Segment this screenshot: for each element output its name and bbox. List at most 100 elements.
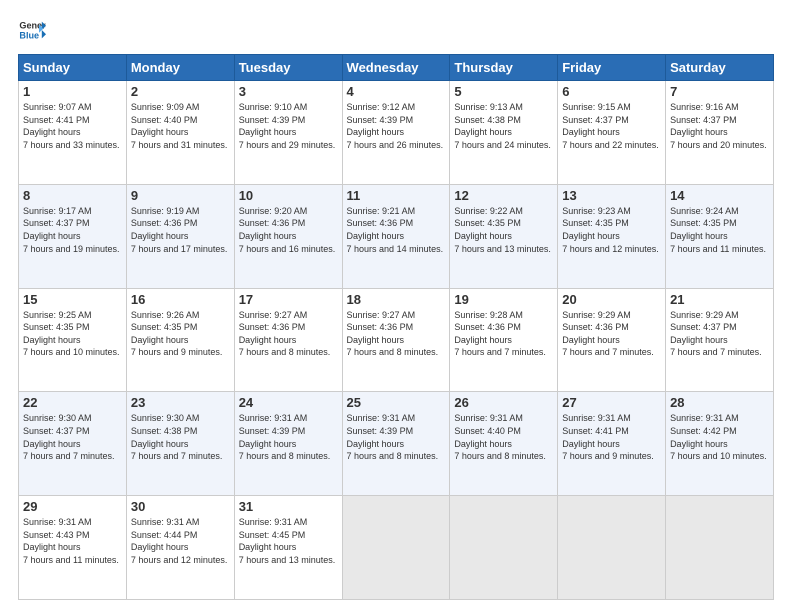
calendar-header-row: SundayMondayTuesdayWednesdayThursdayFrid…	[19, 55, 774, 81]
calendar-week-5: 29 Sunrise: 9:31 AMSunset: 4:43 PMDaylig…	[19, 496, 774, 600]
calendar-cell: 18 Sunrise: 9:27 AMSunset: 4:36 PMDaylig…	[342, 288, 450, 392]
day-detail: Sunrise: 9:30 AMSunset: 4:38 PMDaylight …	[131, 413, 223, 461]
calendar-cell: 17 Sunrise: 9:27 AMSunset: 4:36 PMDaylig…	[234, 288, 342, 392]
calendar-table: SundayMondayTuesdayWednesdayThursdayFrid…	[18, 54, 774, 600]
day-detail: Sunrise: 9:12 AMSunset: 4:39 PMDaylight …	[347, 102, 444, 150]
calendar-cell: 8 Sunrise: 9:17 AMSunset: 4:37 PMDayligh…	[19, 184, 127, 288]
day-number: 9	[131, 188, 230, 203]
calendar-week-1: 1 Sunrise: 9:07 AMSunset: 4:41 PMDayligh…	[19, 81, 774, 185]
logo: General Blue	[18, 16, 50, 44]
day-detail: Sunrise: 9:24 AMSunset: 4:35 PMDaylight …	[670, 206, 766, 254]
calendar-cell: 26 Sunrise: 9:31 AMSunset: 4:40 PMDaylig…	[450, 392, 558, 496]
day-detail: Sunrise: 9:30 AMSunset: 4:37 PMDaylight …	[23, 413, 115, 461]
day-number: 7	[670, 84, 769, 99]
calendar-cell: 24 Sunrise: 9:31 AMSunset: 4:39 PMDaylig…	[234, 392, 342, 496]
day-number: 13	[562, 188, 661, 203]
calendar-cell: 1 Sunrise: 9:07 AMSunset: 4:41 PMDayligh…	[19, 81, 127, 185]
day-number: 31	[239, 499, 338, 514]
calendar-header-tuesday: Tuesday	[234, 55, 342, 81]
calendar-cell	[666, 496, 774, 600]
day-detail: Sunrise: 9:31 AMSunset: 4:40 PMDaylight …	[454, 413, 546, 461]
calendar-week-2: 8 Sunrise: 9:17 AMSunset: 4:37 PMDayligh…	[19, 184, 774, 288]
calendar-week-4: 22 Sunrise: 9:30 AMSunset: 4:37 PMDaylig…	[19, 392, 774, 496]
calendar-cell	[558, 496, 666, 600]
day-detail: Sunrise: 9:31 AMSunset: 4:41 PMDaylight …	[562, 413, 654, 461]
day-number: 15	[23, 292, 122, 307]
day-number: 21	[670, 292, 769, 307]
calendar-header-sunday: Sunday	[19, 55, 127, 81]
calendar-cell: 5 Sunrise: 9:13 AMSunset: 4:38 PMDayligh…	[450, 81, 558, 185]
day-number: 11	[347, 188, 446, 203]
day-detail: Sunrise: 9:13 AMSunset: 4:38 PMDaylight …	[454, 102, 551, 150]
day-number: 23	[131, 395, 230, 410]
day-detail: Sunrise: 9:27 AMSunset: 4:36 PMDaylight …	[347, 310, 439, 358]
day-number: 18	[347, 292, 446, 307]
day-detail: Sunrise: 9:10 AMSunset: 4:39 PMDaylight …	[239, 102, 336, 150]
day-number: 5	[454, 84, 553, 99]
calendar-cell: 9 Sunrise: 9:19 AMSunset: 4:36 PMDayligh…	[126, 184, 234, 288]
day-detail: Sunrise: 9:31 AMSunset: 4:39 PMDaylight …	[239, 413, 331, 461]
calendar-header-wednesday: Wednesday	[342, 55, 450, 81]
calendar-cell: 14 Sunrise: 9:24 AMSunset: 4:35 PMDaylig…	[666, 184, 774, 288]
calendar-cell: 4 Sunrise: 9:12 AMSunset: 4:39 PMDayligh…	[342, 81, 450, 185]
calendar-cell: 13 Sunrise: 9:23 AMSunset: 4:35 PMDaylig…	[558, 184, 666, 288]
calendar-cell: 16 Sunrise: 9:26 AMSunset: 4:35 PMDaylig…	[126, 288, 234, 392]
calendar-cell: 19 Sunrise: 9:28 AMSunset: 4:36 PMDaylig…	[450, 288, 558, 392]
day-detail: Sunrise: 9:31 AMSunset: 4:45 PMDaylight …	[239, 517, 336, 565]
day-number: 8	[23, 188, 122, 203]
calendar-cell: 7 Sunrise: 9:16 AMSunset: 4:37 PMDayligh…	[666, 81, 774, 185]
calendar-week-3: 15 Sunrise: 9:25 AMSunset: 4:35 PMDaylig…	[19, 288, 774, 392]
calendar-header-thursday: Thursday	[450, 55, 558, 81]
svg-text:Blue: Blue	[19, 30, 39, 40]
day-detail: Sunrise: 9:26 AMSunset: 4:35 PMDaylight …	[131, 310, 223, 358]
day-detail: Sunrise: 9:31 AMSunset: 4:43 PMDaylight …	[23, 517, 119, 565]
page: General Blue SundayMondayTuesdayWednesda…	[0, 0, 792, 612]
calendar-cell: 11 Sunrise: 9:21 AMSunset: 4:36 PMDaylig…	[342, 184, 450, 288]
day-number: 1	[23, 84, 122, 99]
day-detail: Sunrise: 9:07 AMSunset: 4:41 PMDaylight …	[23, 102, 120, 150]
day-detail: Sunrise: 9:29 AMSunset: 4:36 PMDaylight …	[562, 310, 654, 358]
calendar-cell: 29 Sunrise: 9:31 AMSunset: 4:43 PMDaylig…	[19, 496, 127, 600]
day-detail: Sunrise: 9:16 AMSunset: 4:37 PMDaylight …	[670, 102, 767, 150]
day-detail: Sunrise: 9:25 AMSunset: 4:35 PMDaylight …	[23, 310, 120, 358]
calendar-cell: 6 Sunrise: 9:15 AMSunset: 4:37 PMDayligh…	[558, 81, 666, 185]
day-number: 28	[670, 395, 769, 410]
day-number: 30	[131, 499, 230, 514]
day-detail: Sunrise: 9:19 AMSunset: 4:36 PMDaylight …	[131, 206, 228, 254]
day-number: 2	[131, 84, 230, 99]
day-detail: Sunrise: 9:22 AMSunset: 4:35 PMDaylight …	[454, 206, 551, 254]
header: General Blue	[18, 16, 774, 44]
calendar-cell: 20 Sunrise: 9:29 AMSunset: 4:36 PMDaylig…	[558, 288, 666, 392]
calendar-cell: 30 Sunrise: 9:31 AMSunset: 4:44 PMDaylig…	[126, 496, 234, 600]
calendar-cell: 21 Sunrise: 9:29 AMSunset: 4:37 PMDaylig…	[666, 288, 774, 392]
calendar-cell: 31 Sunrise: 9:31 AMSunset: 4:45 PMDaylig…	[234, 496, 342, 600]
logo-icon: General Blue	[18, 16, 46, 44]
calendar-cell: 27 Sunrise: 9:31 AMSunset: 4:41 PMDaylig…	[558, 392, 666, 496]
day-detail: Sunrise: 9:09 AMSunset: 4:40 PMDaylight …	[131, 102, 228, 150]
day-number: 12	[454, 188, 553, 203]
day-number: 19	[454, 292, 553, 307]
calendar-cell: 25 Sunrise: 9:31 AMSunset: 4:39 PMDaylig…	[342, 392, 450, 496]
day-detail: Sunrise: 9:21 AMSunset: 4:36 PMDaylight …	[347, 206, 444, 254]
calendar-cell: 28 Sunrise: 9:31 AMSunset: 4:42 PMDaylig…	[666, 392, 774, 496]
calendar-header-friday: Friday	[558, 55, 666, 81]
calendar-cell: 23 Sunrise: 9:30 AMSunset: 4:38 PMDaylig…	[126, 392, 234, 496]
day-number: 27	[562, 395, 661, 410]
day-number: 4	[347, 84, 446, 99]
day-detail: Sunrise: 9:31 AMSunset: 4:39 PMDaylight …	[347, 413, 439, 461]
day-number: 16	[131, 292, 230, 307]
day-number: 29	[23, 499, 122, 514]
day-detail: Sunrise: 9:23 AMSunset: 4:35 PMDaylight …	[562, 206, 659, 254]
day-number: 6	[562, 84, 661, 99]
calendar-header-monday: Monday	[126, 55, 234, 81]
day-detail: Sunrise: 9:31 AMSunset: 4:44 PMDaylight …	[131, 517, 228, 565]
day-number: 3	[239, 84, 338, 99]
calendar-cell: 3 Sunrise: 9:10 AMSunset: 4:39 PMDayligh…	[234, 81, 342, 185]
calendar-cell: 10 Sunrise: 9:20 AMSunset: 4:36 PMDaylig…	[234, 184, 342, 288]
day-detail: Sunrise: 9:31 AMSunset: 4:42 PMDaylight …	[670, 413, 767, 461]
day-number: 14	[670, 188, 769, 203]
day-number: 20	[562, 292, 661, 307]
day-detail: Sunrise: 9:27 AMSunset: 4:36 PMDaylight …	[239, 310, 331, 358]
day-number: 10	[239, 188, 338, 203]
day-detail: Sunrise: 9:28 AMSunset: 4:36 PMDaylight …	[454, 310, 546, 358]
